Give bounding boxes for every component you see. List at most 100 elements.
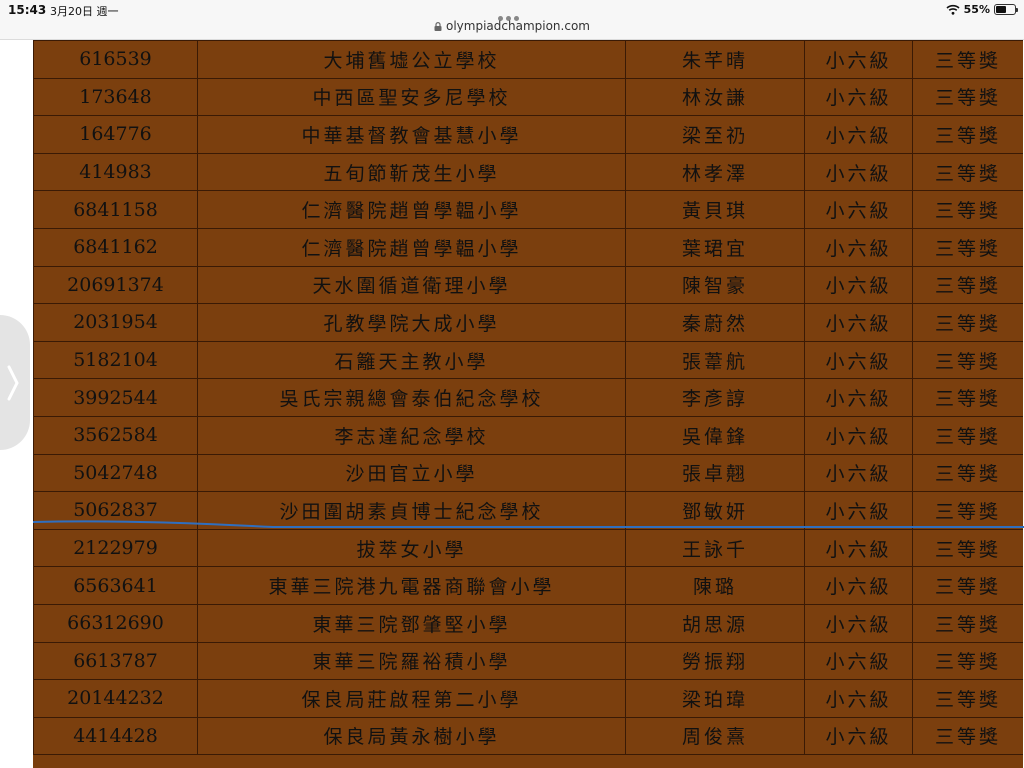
table-row: 6563641 東華三院港九電器商聯會小學 陳璐 小六級 三等獎 [33, 566, 1023, 605]
student-name-cell: 勞振翔 [625, 641, 805, 681]
student-id-cell: 6563641 [33, 566, 198, 605]
grade-cell: 小六級 [804, 679, 913, 718]
student-name-cell: 梁至礽 [625, 115, 805, 154]
url-text: olympiadchampion.com [446, 19, 590, 33]
school-cell: 中西區聖安多尼學校 [197, 77, 626, 117]
address-bar[interactable]: olympiadchampion.com [0, 19, 1024, 33]
school-cell: 保良局黃永樹小學 [197, 716, 626, 756]
student-id-cell: 2122979 [33, 528, 198, 568]
battery-percent: 55% [963, 3, 990, 16]
award-cell: 三等獎 [912, 378, 1023, 417]
student-id-cell: 20144232 [33, 679, 198, 718]
tab-dots-icon[interactable] [498, 6, 526, 21]
table-row: 6841162 仁濟醫院趙曾學韞小學 葉珺宜 小六級 三等獎 [33, 227, 1023, 267]
grade-cell: 小六級 [804, 716, 913, 756]
award-cell: 三等獎 [912, 528, 1023, 568]
school-cell: 孔教學院大成小學 [197, 303, 626, 342]
student-name-cell: 陳智豪 [625, 265, 805, 305]
school-cell: 吳氏宗親總會泰伯紀念學校 [197, 378, 626, 417]
student-name-cell: 張卓翹 [625, 453, 805, 493]
status-date: 3月20日 週一 [50, 5, 119, 18]
student-id-cell: 6841158 [33, 190, 198, 229]
grade-cell: 小六級 [804, 303, 913, 342]
grade-cell: 小六級 [804, 115, 913, 154]
school-cell: 東華三院羅裕積小學 [197, 641, 626, 681]
student-id-cell: 3562584 [33, 415, 198, 455]
student-id-cell: 4414428 [33, 716, 198, 756]
award-cell: 三等獎 [912, 453, 1023, 493]
grade-cell: 小六級 [804, 641, 913, 681]
table-row: 616539 大埔舊墟公立學校 朱芊晴 小六級 三等獎 [33, 40, 1023, 79]
grade-cell: 小六級 [804, 415, 913, 455]
student-id-cell: 414983 [33, 152, 198, 192]
student-name-cell: 黃貝琪 [625, 190, 805, 229]
award-cell: 三等獎 [912, 716, 1023, 756]
student-name-cell: 葉珺宜 [625, 227, 805, 267]
grade-cell: 小六級 [804, 152, 913, 192]
grade-cell: 小六級 [804, 453, 913, 493]
table-row: 5182104 石籬天主教小學 張葦航 小六級 三等獎 [33, 340, 1023, 380]
annotation-line [33, 520, 1024, 529]
table-row: 20144232 保良局莊啟程第二小學 梁珀瑋 小六級 三等獎 [33, 679, 1023, 718]
table-row: 6613787 東華三院羅裕積小學 勞振翔 小六級 三等獎 [33, 641, 1023, 681]
table-row: 2031954 孔教學院大成小學 秦蔚然 小六級 三等獎 [33, 303, 1023, 342]
table-row: 173648 中西區聖安多尼學校 林汝謙 小六級 三等獎 [33, 77, 1023, 117]
student-id-cell: 3992544 [33, 378, 198, 417]
table-row: 20691374 天水圍循道衛理小學 陳智豪 小六級 三等獎 [33, 265, 1023, 305]
wifi-icon [946, 4, 960, 15]
student-name-cell: 陳璐 [625, 566, 805, 605]
award-cell: 三等獎 [912, 190, 1023, 229]
student-id-cell: 173648 [33, 77, 198, 117]
school-cell: 仁濟醫院趙曾學韞小學 [197, 227, 626, 267]
status-indicators: 55% [946, 3, 1018, 16]
student-id-cell: 5182104 [33, 340, 198, 380]
student-id-cell: 6613787 [33, 641, 198, 681]
student-name-cell: 周俊熹 [625, 716, 805, 756]
school-cell: 保良局莊啟程第二小學 [197, 679, 626, 718]
table-row: 3992544 吳氏宗親總會泰伯紀念學校 李彥諄 小六級 三等獎 [33, 378, 1023, 417]
grade-cell: 小六級 [804, 528, 913, 568]
student-id-cell: 6841162 [33, 227, 198, 267]
battery-fill [996, 6, 1006, 13]
award-cell: 三等獎 [912, 265, 1023, 305]
award-cell: 三等獎 [912, 115, 1023, 154]
award-cell: 三等獎 [912, 340, 1023, 380]
table-row: 164776 中華基督教會基慧小學 梁至礽 小六級 三等獎 [33, 115, 1023, 154]
award-cell: 三等獎 [912, 679, 1023, 718]
table-row: 5042748 沙田官立小學 張卓翹 小六級 三等獎 [33, 453, 1023, 493]
school-cell: 石籬天主教小學 [197, 340, 626, 380]
student-name-cell: 李彥諄 [625, 378, 805, 417]
grade-cell: 小六級 [804, 603, 913, 643]
table-row: 66312690 東華三院鄧肇堅小學 胡思源 小六級 三等獎 [33, 603, 1023, 643]
school-cell: 中華基督教會基慧小學 [197, 115, 626, 154]
school-cell: 李志達紀念學校 [197, 415, 626, 455]
school-cell: 大埔舊墟公立學校 [197, 40, 626, 79]
results-table-body: 616539 大埔舊墟公立學校 朱芊晴 小六級 三等獎 173648 中西區聖安多尼學校 林汝… [33, 40, 1023, 756]
grade-cell: 小六級 [804, 340, 913, 380]
student-id-cell: 616539 [33, 40, 198, 79]
award-cell: 三等獎 [912, 303, 1023, 342]
student-name-cell: 吳偉鋒 [625, 415, 805, 455]
student-id-cell: 2031954 [33, 303, 198, 342]
student-name-cell: 朱芊晴 [625, 40, 805, 79]
student-id-cell: 5042748 [33, 453, 198, 493]
award-cell: 三等獎 [912, 603, 1023, 643]
award-cell: 三等獎 [912, 152, 1023, 192]
school-cell: 五旬節靳茂生小學 [197, 152, 626, 192]
award-cell: 三等獎 [912, 415, 1023, 455]
grade-cell: 小六級 [804, 40, 913, 79]
student-name-cell: 林汝謙 [625, 77, 805, 117]
chevron-right-icon [7, 365, 19, 401]
student-name-cell: 張葦航 [625, 340, 805, 380]
grade-cell: 小六級 [804, 77, 913, 117]
school-cell: 仁濟醫院趙曾學韞小學 [197, 190, 626, 229]
table-row: 2122979 拔萃女小學 王詠千 小六級 三等獎 [33, 528, 1023, 568]
table-row: 6841158 仁濟醫院趙曾學韞小學 黃貝琪 小六級 三等獎 [33, 190, 1023, 229]
results-table-container[interactable]: 616539 大埔舊墟公立學校 朱芊晴 小六級 三等獎 173648 中西區聖安多尼學校 林汝… [33, 40, 1023, 768]
side-panel-handle[interactable] [0, 315, 30, 450]
student-id-cell: 66312690 [33, 603, 198, 643]
student-id-cell: 164776 [33, 115, 198, 154]
award-cell: 三等獎 [912, 77, 1023, 117]
results-table: 616539 大埔舊墟公立學校 朱芊晴 小六級 三等獎 173648 中西區聖安多尼學校 林汝… [33, 40, 1023, 756]
school-cell: 東華三院港九電器商聯會小學 [197, 566, 626, 605]
